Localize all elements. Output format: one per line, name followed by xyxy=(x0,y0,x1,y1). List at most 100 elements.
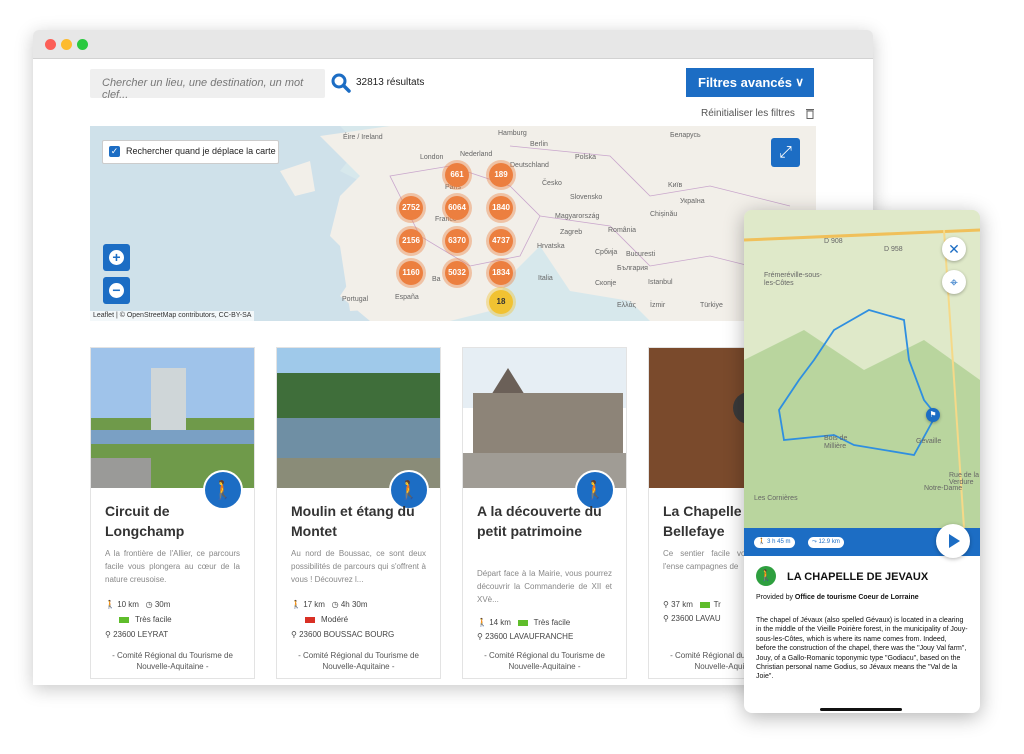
trail-map[interactable]: D 908 D 958 Frémeréville-sous-les-Côtes … xyxy=(744,210,980,529)
trail-description: Départ face à la Mairie, vous pourrez dé… xyxy=(477,569,612,604)
map-label: İzmir xyxy=(650,302,666,309)
trail-card[interactable]: 🚶 Circuit de Longchamp A la frontière de… xyxy=(90,347,255,679)
trail-photo xyxy=(463,348,626,488)
home-indicator[interactable] xyxy=(820,708,902,711)
zoom-out-button[interactable]: − xyxy=(103,277,130,304)
trail-organization: - Comité Régional du Tourisme de Nouvell… xyxy=(112,651,233,671)
trail-description: A la frontière de l'Allier, ce parcours … xyxy=(105,549,240,584)
map-label: Hrvatska xyxy=(537,243,565,250)
map-cluster[interactable]: 4737 xyxy=(489,229,513,253)
maximize-window-button[interactable] xyxy=(77,39,88,50)
map-cluster[interactable]: 2156 xyxy=(399,229,423,253)
trail-location: ⚲ 23600 BOUSSAC BOURG xyxy=(291,630,394,641)
difficulty-label: Modéré xyxy=(321,615,349,624)
search-placeholder: Chercher un lieu, une destination, un mo… xyxy=(102,77,304,101)
clock-icon: ◷ xyxy=(331,600,341,609)
map-label: Україна xyxy=(680,198,705,205)
map-label: London xyxy=(420,154,444,161)
location-label: 23600 LAVAU xyxy=(671,614,721,623)
map-label: Zagreb xyxy=(560,229,583,236)
map-cluster[interactable]: 18 xyxy=(489,290,513,314)
trail-photo xyxy=(91,348,254,488)
move-search-label: Rechercher quand je déplace la carte xyxy=(126,146,276,156)
map-label: Chișinău xyxy=(650,211,678,218)
search-icon[interactable] xyxy=(330,72,352,94)
map-label: Deutschland xyxy=(510,162,549,169)
map-label: Polska xyxy=(575,154,597,161)
trail-duration: 4h 30m xyxy=(340,600,368,609)
search-input[interactable]: Chercher un lieu, une destination, un mo… xyxy=(90,69,325,101)
map-cluster[interactable]: 6064 xyxy=(445,196,469,220)
place-label: Les Cornières xyxy=(754,495,798,502)
browser-titlebar xyxy=(33,30,873,59)
trail-photo xyxy=(277,348,440,488)
close-window-button[interactable] xyxy=(45,39,56,50)
location-pin-icon: ⚲ xyxy=(291,630,300,639)
map-label: Hamburg xyxy=(498,130,527,137)
cycling-icon: ⚲ xyxy=(663,600,672,609)
map-label: Italia xyxy=(538,275,553,282)
forest-label: Bois de Millière xyxy=(824,435,848,450)
move-search-checkbox[interactable]: ✓ Rechercher quand je déplace la carte xyxy=(102,140,279,164)
trail-card[interactable]: 🚶 A la découverte du petit patrimoine Dé… xyxy=(462,347,627,679)
difficulty-indicator xyxy=(119,616,129,623)
map-cluster[interactable]: 1834 xyxy=(489,261,513,285)
trail-detail-title: LA CHAPELLE DE JEVAUX xyxy=(787,571,929,583)
trail-detail-text: The chapel of Jévaux (also spelled Gévau… xyxy=(756,617,968,681)
duration-label: 3 h 45 m xyxy=(767,539,791,545)
chevron-down-icon: ∨ xyxy=(795,75,804,89)
map-cluster[interactable]: 661 xyxy=(445,163,469,187)
map-label: España xyxy=(395,294,419,301)
advanced-filters-button[interactable]: Filtres avancés ∨ xyxy=(686,68,814,97)
reset-filters-link[interactable]: Réinitialiser les filtres xyxy=(701,108,795,119)
trail-duration: 30m xyxy=(154,600,171,609)
map-cluster[interactable]: 1840 xyxy=(489,196,513,220)
map-label: Türkiye xyxy=(700,302,723,309)
results-count: 32813 résultats xyxy=(356,77,425,88)
place-label: Gévaille xyxy=(916,438,942,445)
trail-stats: 🚶 10 km ◷ 30m xyxy=(105,600,170,611)
map-cluster[interactable]: 1160 xyxy=(399,261,423,285)
map-label: Србија xyxy=(595,249,618,256)
map-cluster[interactable]: 2752 xyxy=(399,196,423,220)
trail-card[interactable]: 🚶 Moulin et étang du Montet Au nord de B… xyxy=(276,347,441,679)
map-cluster[interactable]: 5032 xyxy=(445,261,469,285)
zoom-in-button[interactable]: + xyxy=(103,244,130,271)
mobile-app-screen: D 908 D 958 Frémeréville-sous-les-Côtes … xyxy=(744,210,980,713)
hiking-icon: 🚶 xyxy=(756,566,776,586)
provider-prefix: Provided by xyxy=(756,594,795,601)
difficulty-label: Tr xyxy=(713,600,721,609)
trail-start-flag-icon[interactable]: ⚑ xyxy=(926,408,940,422)
duration-pill: 🚶 3 h 45 m xyxy=(754,537,795,548)
trail-organization: - Comité Régional du Tourisme de Nouvell… xyxy=(484,651,605,671)
map-label: Portugal xyxy=(342,296,369,303)
map-label: Ba xyxy=(432,276,441,283)
provider-org: Office de tourisme Coeur de Lorraine xyxy=(794,594,919,601)
plus-icon: + xyxy=(109,250,124,265)
trail-description: Au nord de Boussac, ce sont deux possibi… xyxy=(291,549,426,584)
locate-icon[interactable]: ⌖ xyxy=(942,270,966,294)
map-cluster[interactable]: 189 xyxy=(489,163,513,187)
close-icon[interactable]: ✕ xyxy=(942,237,966,261)
trail-title: Moulin et étang du Montet xyxy=(291,503,415,539)
location-label: 23600 BOUSSAC BOURG xyxy=(299,630,395,639)
trash-icon[interactable] xyxy=(805,106,815,119)
trail-location: ⚲ 23600 LEYRAT xyxy=(105,630,168,641)
fullscreen-button[interactable]: ⤢ xyxy=(771,138,800,167)
map-attribution: Leaflet | © OpenStreetMap contributors, … xyxy=(90,311,255,321)
minimize-window-button[interactable] xyxy=(61,39,72,50)
location-label: 23600 LEYRAT xyxy=(113,630,169,639)
road-label: D 958 xyxy=(884,246,903,253)
trail-title: Circuit de Longchamp xyxy=(105,503,185,539)
map-label: Slovensko xyxy=(570,194,603,201)
map-label: Скопје xyxy=(595,280,617,287)
map-label: България xyxy=(617,265,648,272)
play-button[interactable] xyxy=(936,524,970,558)
map-label: Česko xyxy=(542,180,562,187)
results-map[interactable]: ✓ Rechercher quand je déplace la carte ⤢… xyxy=(90,126,816,321)
provider-line: Provided by Office de tourisme Coeur de … xyxy=(756,594,919,601)
trail-stats: ⚲ 37 km Tr xyxy=(663,600,721,611)
walker-icon: 🚶 xyxy=(477,618,490,627)
map-cluster[interactable]: 6370 xyxy=(445,229,469,253)
map-label: Istanbul xyxy=(648,279,673,286)
